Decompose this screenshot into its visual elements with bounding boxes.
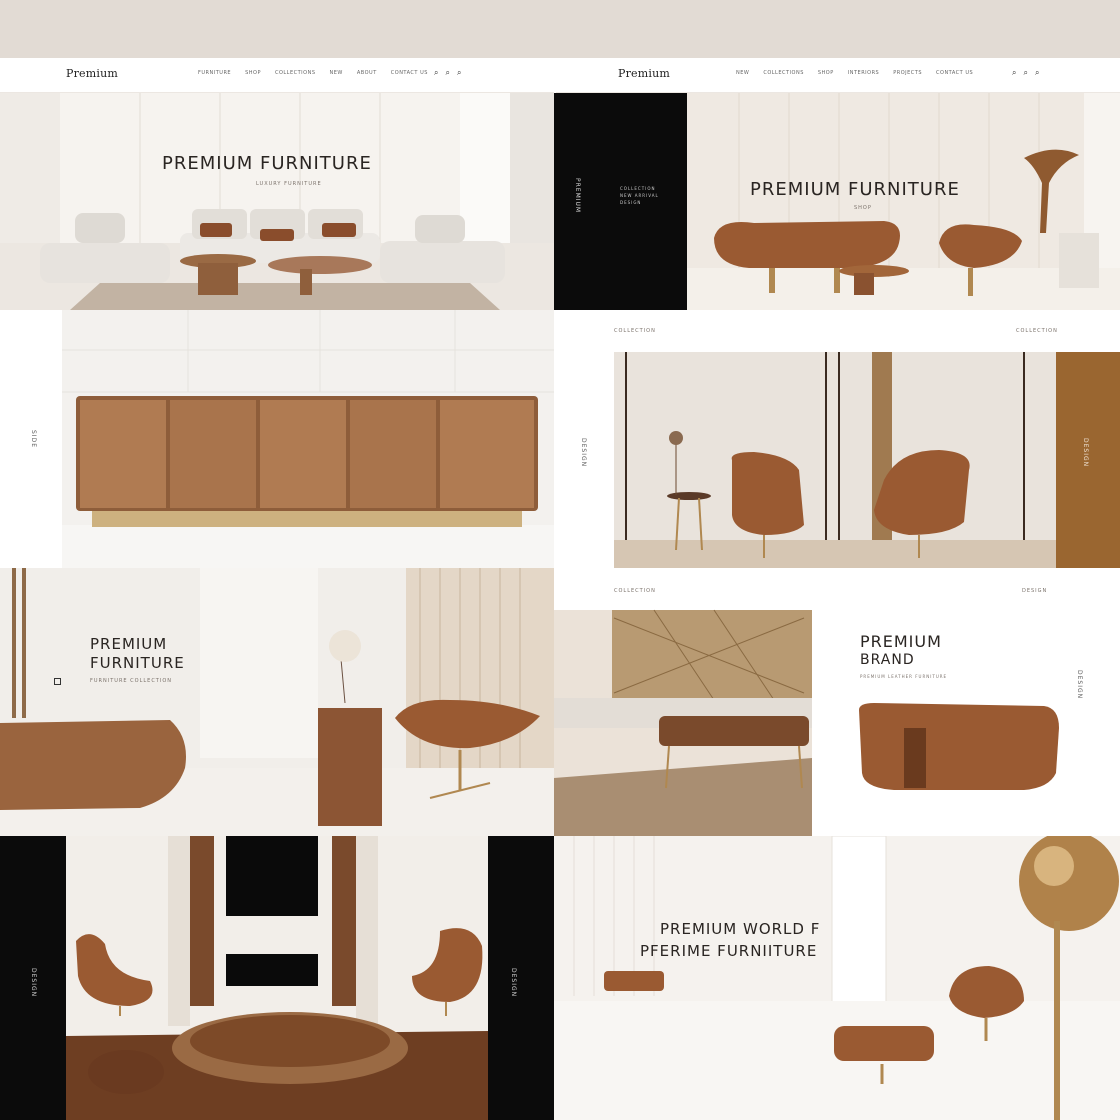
product-panel-sideboard: SIDE xyxy=(0,310,554,568)
checkbox-icon[interactable] xyxy=(54,678,61,685)
right-nav-item-6[interactable]: CONTACT US xyxy=(936,70,973,76)
zoom-icon[interactable]: ⌕ xyxy=(445,68,449,78)
sideboard-illustration xyxy=(0,310,554,568)
product-panel-gallery-room: PREMIUM WORLD F PFERIME FURNIITURE xyxy=(554,836,1120,1120)
panel6-title-line1: PREMIUM xyxy=(860,632,942,651)
left-site-nav-links: FURNITURE SHOP COLLECTIONS NEW ABOUT CON… xyxy=(198,70,428,76)
panel8-title-line1: PREMIUM WORLD F xyxy=(660,920,821,938)
product-panel-brand: COLLECTION DESIGN PREMIUM BRAND PREMIUM … xyxy=(554,568,1120,836)
hero-panel-living-room: PREMIUM FURNITURE LUXURY FURNITURE xyxy=(0,93,554,310)
bowl-chairs-illustration xyxy=(0,836,554,1120)
left-nav-item-4[interactable]: NEW xyxy=(330,70,343,76)
panel7-right-side-text: DESIGN xyxy=(510,968,517,998)
product-panel-bowl-chairs: DESIGN DESIGN xyxy=(0,836,554,1120)
panel3-side-text: SIDE xyxy=(30,430,37,448)
zoom-icon[interactable]: ⌕ xyxy=(1023,68,1027,78)
panel1-subtitle: LUXURY FURNITURE xyxy=(256,181,322,187)
right-nav-item-3[interactable]: SHOP xyxy=(818,70,834,76)
lounge-chairs-illustration xyxy=(614,352,1120,568)
panel2-subtitle: SHOP xyxy=(854,205,872,211)
user-icon[interactable]: ⌕ xyxy=(457,68,461,78)
right-nav-item-2[interactable]: COLLECTIONS xyxy=(763,70,804,76)
panel2-title: PREMIUM FURNITURE xyxy=(750,179,960,200)
search-icon[interactable]: ⌕ xyxy=(434,68,438,78)
panel6-title-line2: BRAND xyxy=(860,652,915,668)
top-background-band xyxy=(0,0,1120,58)
living-room-illustration xyxy=(0,93,554,310)
right-site-nav-links: NEW COLLECTIONS SHOP INTERIORS PROJECTS … xyxy=(736,70,973,76)
panel6-top-right-label: DESIGN xyxy=(1022,588,1048,594)
right-nav-item-4[interactable]: INTERIORS xyxy=(848,70,879,76)
panel2-side-vertical-text: PREMIUM xyxy=(574,178,581,214)
left-nav-item-5[interactable]: ABOUT xyxy=(357,70,377,76)
console-chair-illustration xyxy=(0,568,554,836)
left-site-navbar: Premium FURNITURE SHOP COLLECTIONS NEW A… xyxy=(0,58,554,93)
panel5-title-line2: FURNITURE xyxy=(90,654,185,672)
panel4-right-side-text: DESIGN xyxy=(1082,438,1089,468)
panel8-title-line2: PFERIME FURNIITURE xyxy=(640,942,818,960)
left-nav-item-3[interactable]: COLLECTIONS xyxy=(275,70,316,76)
right-nav-item-1[interactable]: NEW xyxy=(736,70,749,76)
panel4-left-side-text: DESIGN xyxy=(580,438,587,468)
gallery-room-illustration xyxy=(554,836,1120,1120)
panel5-subtitle: FURNITURE COLLECTION xyxy=(90,678,173,684)
right-site-logo[interactable]: Premium xyxy=(618,67,670,80)
panel6-subtitle: PREMIUM LEATHER FURNITURE xyxy=(860,674,948,679)
panel1-title: PREMIUM FURNITURE xyxy=(162,153,372,174)
brand-sofa-illustration xyxy=(554,609,1120,836)
panel7-left-side-text: DESIGN xyxy=(30,968,37,998)
hero-panel-leather-sofa: PREMIUM COLLECTION NEW ARRIVAL DESIGN PR… xyxy=(554,93,1120,310)
panel5-title-line1: PREMIUM xyxy=(90,635,168,653)
left-site-logo[interactable]: Premium xyxy=(66,67,118,80)
search-icon[interactable]: ⌕ xyxy=(1012,68,1016,78)
product-panel-lounge-chairs: COLLECTION COLLECTION DESIGN DESIGN xyxy=(554,310,1120,568)
panel2-side-small-text: COLLECTION NEW ARRIVAL DESIGN xyxy=(620,186,659,205)
panel6-side-text: DESIGN xyxy=(1076,670,1083,700)
right-nav-item-5[interactable]: PROJECTS xyxy=(893,70,922,76)
left-nav-item-2[interactable]: SHOP xyxy=(245,70,261,76)
right-site-navbar: Premium NEW COLLECTIONS SHOP INTERIORS P… xyxy=(556,58,1120,93)
product-panel-console-chair: PREMIUM FURNITURE FURNITURE COLLECTION xyxy=(0,568,554,836)
right-site-icon-group: ⌕ ⌕ ⌕ xyxy=(1012,68,1039,78)
left-site-icon-group: ⌕ ⌕ ⌕ xyxy=(434,68,461,78)
panel6-top-left-label: COLLECTION xyxy=(614,588,656,594)
left-nav-item-1[interactable]: FURNITURE xyxy=(198,70,231,76)
panel4-top-left-label: COLLECTION xyxy=(614,328,656,334)
panel4-top-right-label: COLLECTION xyxy=(1016,328,1058,334)
left-nav-item-6[interactable]: CONTACT US xyxy=(391,70,428,76)
user-icon[interactable]: ⌕ xyxy=(1035,68,1039,78)
